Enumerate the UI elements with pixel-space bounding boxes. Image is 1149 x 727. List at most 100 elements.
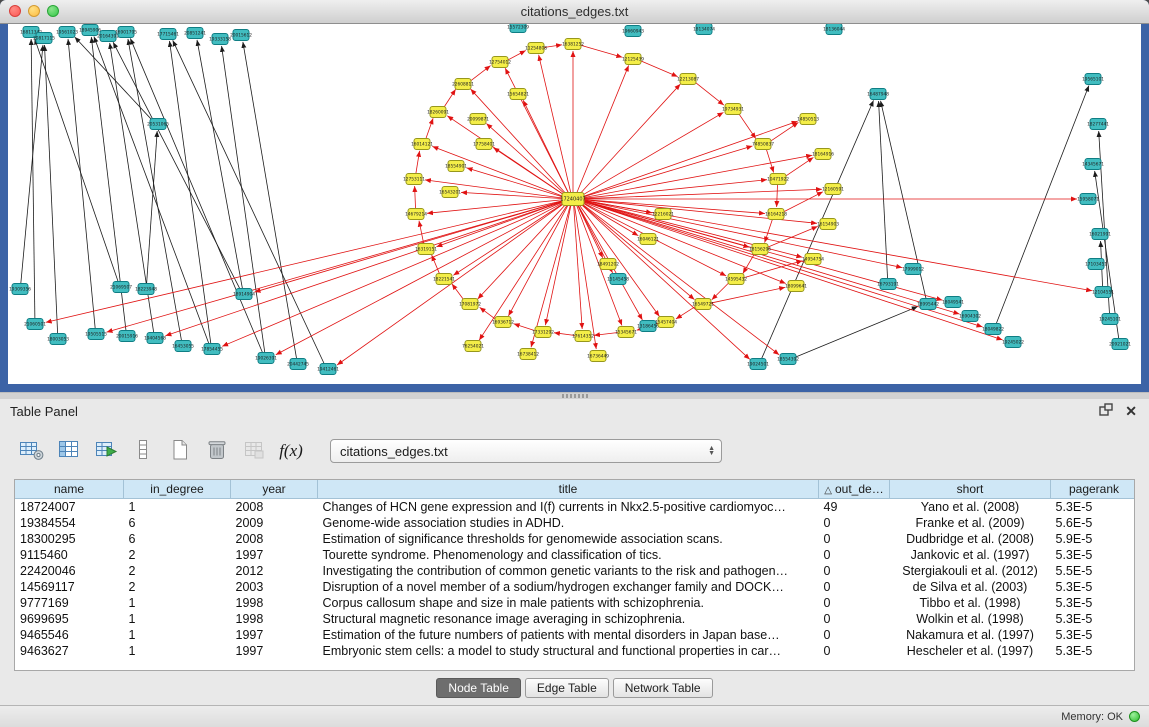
graph-edge[interactable] bbox=[46, 200, 565, 322]
cell-name[interactable]: 9777169 bbox=[15, 595, 124, 611]
cell-pagerank[interactable]: 5.3E-5 bbox=[1051, 547, 1136, 563]
graph-node[interactable]: 16487948 bbox=[867, 89, 889, 100]
graph-edge[interactable] bbox=[31, 39, 35, 319]
tab-node-table[interactable]: Node Table bbox=[436, 678, 521, 698]
graph-node[interactable]: 20442745 bbox=[287, 359, 309, 370]
cell-pagerank[interactable]: 5.5E-5 bbox=[1051, 563, 1136, 579]
graph-edge[interactable] bbox=[581, 200, 902, 268]
cell-short[interactable]: Tibbo et al. (1998) bbox=[890, 595, 1051, 611]
column-header-title[interactable]: title bbox=[318, 480, 819, 499]
panel-divider-handle[interactable] bbox=[562, 394, 588, 398]
graph-node[interactable]: 12160591 bbox=[822, 184, 844, 195]
graph-node[interactable]: 18156296 bbox=[749, 244, 771, 255]
graph-node[interactable]: 18554901 bbox=[445, 161, 467, 172]
graph-edge[interactable] bbox=[276, 201, 566, 354]
graph-node[interactable]: 16904302 bbox=[959, 311, 981, 322]
graph-node[interactable]: 16793191 bbox=[877, 279, 899, 290]
graph-edge[interactable] bbox=[243, 42, 297, 359]
cell-outde[interactable]: 0 bbox=[819, 515, 890, 531]
graph-node[interactable]: 16164218 bbox=[765, 209, 787, 220]
graph-edge[interactable] bbox=[795, 307, 917, 358]
close-panel-button[interactable]: ✕ bbox=[1123, 403, 1139, 419]
column-header-year[interactable]: year bbox=[231, 480, 318, 499]
graph-node[interactable]: 16453055 bbox=[172, 341, 194, 352]
cell-title[interactable]: Tourette syndrome. Phenomenology and cla… bbox=[318, 547, 819, 563]
cell-name[interactable]: 14569117 bbox=[15, 579, 124, 595]
cell-pagerank[interactable]: 5.3E-5 bbox=[1051, 643, 1136, 659]
cell-pagerank[interactable]: 5.3E-5 bbox=[1051, 611, 1136, 627]
graph-node[interactable]: 16901795 bbox=[115, 27, 137, 38]
graph-node[interactable]: 12213087 bbox=[677, 74, 699, 85]
new-file-button[interactable] bbox=[166, 438, 194, 464]
append-table-button[interactable] bbox=[92, 438, 120, 464]
minimize-button[interactable] bbox=[28, 5, 40, 17]
graph-node[interactable]: 10471922 bbox=[767, 174, 789, 185]
graph-edge[interactable] bbox=[676, 306, 696, 319]
graph-node[interactable]: 21060501 bbox=[24, 319, 46, 330]
graph-node[interactable]: 17999012 bbox=[902, 264, 924, 275]
graph-node[interactable]: 12216021 bbox=[652, 209, 674, 220]
graph-edge[interactable] bbox=[128, 39, 182, 341]
graph-node[interactable]: 16046121 bbox=[637, 234, 659, 245]
cell-indegree[interactable]: 2 bbox=[124, 563, 231, 579]
cell-indegree[interactable]: 2 bbox=[124, 579, 231, 595]
graph-node[interactable]: 19309356 bbox=[9, 284, 31, 295]
graph-edge[interactable] bbox=[470, 66, 491, 82]
cell-year[interactable]: 1998 bbox=[231, 611, 318, 627]
tab-network-table[interactable]: Network Table bbox=[613, 678, 713, 698]
cell-indegree[interactable]: 2 bbox=[124, 547, 231, 563]
graph-node[interactable]: 19404568 bbox=[144, 333, 166, 344]
graph-edge[interactable] bbox=[452, 284, 464, 301]
graph-node[interactable]: 16154903 bbox=[817, 219, 839, 230]
graph-edge[interactable] bbox=[777, 184, 778, 207]
cell-short[interactable]: Hescheler et al. (1997) bbox=[890, 643, 1051, 659]
network-graph-svg[interactable]: 1681134220817115195610231894590620164391… bbox=[8, 24, 1141, 384]
graph-edge[interactable] bbox=[415, 186, 416, 209]
column-header-indegree[interactable]: in_degree bbox=[124, 480, 231, 499]
cell-outde[interactable]: 0 bbox=[819, 563, 890, 579]
graph-edge[interactable] bbox=[695, 82, 724, 105]
graph-node[interactable]: 19245101 bbox=[1099, 314, 1121, 325]
cell-title[interactable]: Genome-wide association studies in ADHD. bbox=[318, 515, 819, 531]
cell-short[interactable]: Nakamura et al. (1997) bbox=[890, 627, 1051, 643]
graph-node[interactable]: 19412461 bbox=[317, 364, 339, 375]
cell-outde[interactable]: 0 bbox=[819, 531, 890, 547]
graph-node[interactable]: 19245022 bbox=[1002, 337, 1024, 348]
graph-edge[interactable] bbox=[765, 219, 773, 243]
cell-indegree[interactable]: 1 bbox=[124, 499, 231, 516]
graph-node[interactable]: 15572309 bbox=[507, 24, 529, 33]
graph-edge[interactable] bbox=[486, 124, 566, 196]
table-row[interactable]: 946554611997Estimation of the future num… bbox=[15, 627, 1135, 643]
table-row[interactable]: 946362711997Embryonic stem cells: a mode… bbox=[15, 643, 1135, 659]
table-row[interactable]: 911546021997Tourette syndrome. Phenomeno… bbox=[15, 547, 1135, 563]
graph-edge[interactable] bbox=[113, 42, 240, 289]
graph-edge[interactable] bbox=[461, 192, 565, 198]
table-row[interactable]: 1872400712008Changes of HCN gene express… bbox=[15, 499, 1135, 516]
show-columns-button[interactable] bbox=[55, 438, 83, 464]
graph-edge[interactable] bbox=[45, 45, 58, 334]
cell-indegree[interactable]: 1 bbox=[124, 611, 231, 627]
graph-node[interactable]: 18164916 bbox=[812, 149, 834, 160]
graph-node[interactable]: 17758401 bbox=[473, 139, 495, 150]
graph-node[interactable]: 18049541 bbox=[942, 297, 964, 308]
graph-node[interactable]: 15958071 bbox=[1077, 194, 1099, 205]
graph-edge[interactable] bbox=[574, 204, 583, 329]
graph-node[interactable]: 16738412 bbox=[517, 349, 539, 360]
table-row[interactable]: 1938455462009Genome-wide association stu… bbox=[15, 515, 1135, 531]
graph-node[interactable]: 18554392 bbox=[777, 354, 799, 365]
cell-title[interactable]: Embryonic stem cells: a model to study s… bbox=[318, 643, 819, 659]
graph-edge[interactable] bbox=[507, 51, 525, 61]
cell-year[interactable]: 1997 bbox=[231, 627, 318, 643]
cell-outde[interactable]: 0 bbox=[819, 627, 890, 643]
cell-short[interactable]: de Silva et al. (2003) bbox=[890, 579, 1051, 595]
graph-node[interactable]: 16936712 bbox=[492, 317, 514, 328]
graph-node[interactable]: 20921021 bbox=[1109, 339, 1131, 350]
graph-node[interactable]: 18277441 bbox=[1087, 119, 1109, 130]
graph-edge[interactable] bbox=[744, 261, 803, 278]
graph-node[interactable]: 18223948 bbox=[135, 284, 157, 295]
graph-node[interactable]: 14679214 bbox=[405, 209, 427, 220]
cell-title[interactable]: Estimation of significance thresholds fo… bbox=[318, 531, 819, 547]
cell-pagerank[interactable]: 5.3E-5 bbox=[1051, 595, 1136, 611]
cell-pagerank[interactable]: 5.3E-5 bbox=[1051, 579, 1136, 595]
cell-name[interactable]: 18724007 bbox=[15, 499, 124, 516]
